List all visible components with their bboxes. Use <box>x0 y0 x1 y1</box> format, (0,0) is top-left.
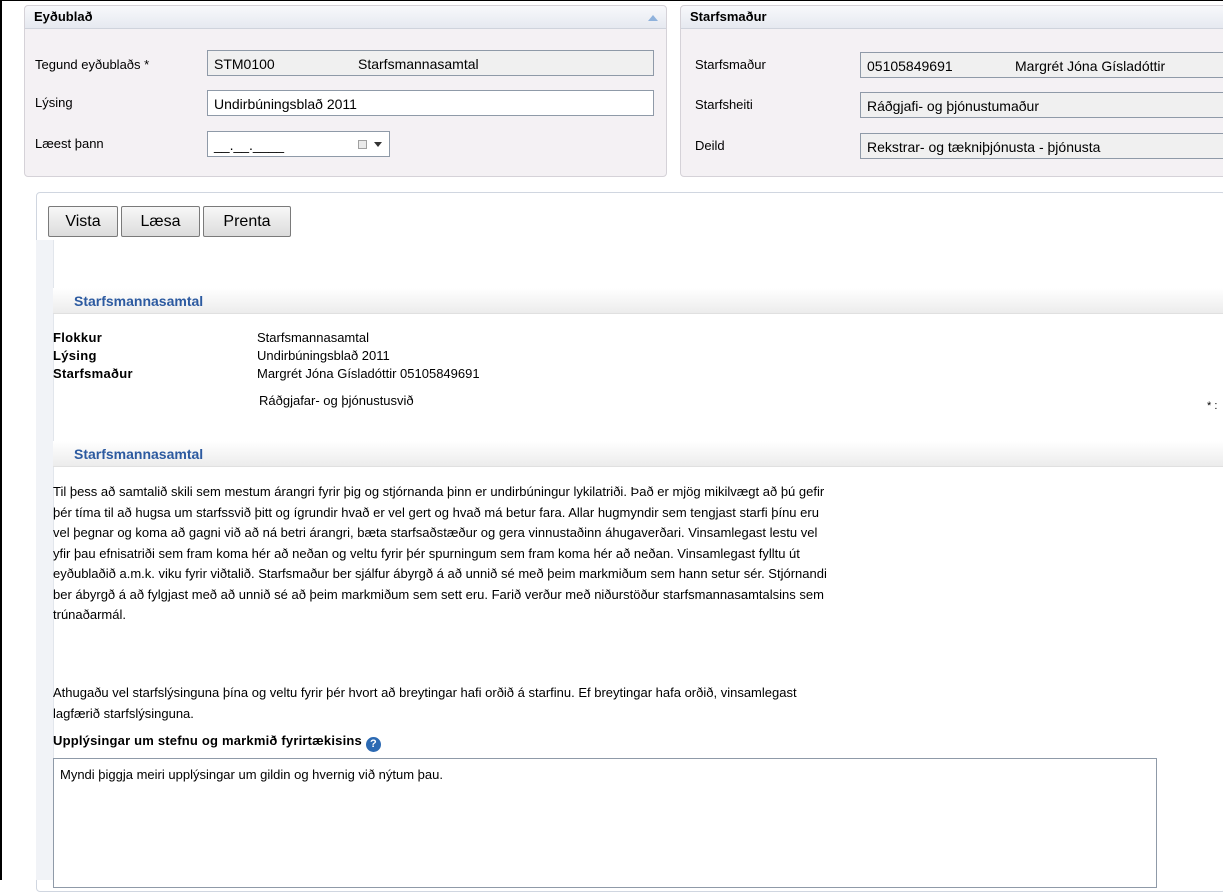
employee-label: Starfsmaður <box>695 57 766 72</box>
intro-line: ber ábyrgð á að fylgjast með að unnið sé… <box>53 586 824 602</box>
left-gutter <box>36 240 54 880</box>
description-input[interactable]: Undirbúningsblað 2011 <box>207 90 654 116</box>
employee-field[interactable]: 05105849691 Margrét Jóna Gísladóttir <box>860 52 1223 78</box>
print-button[interactable]: Prenta <box>203 206 291 237</box>
form-type-code: STM0100 <box>214 56 275 72</box>
collapse-icon[interactable] <box>648 15 658 21</box>
locked-date-input[interactable]: __.__.____ <box>207 131 390 157</box>
intro-line: eyðublaðið a.m.k. viku fyrir viðtalið. S… <box>53 566 827 581</box>
question-title-text: Upplýsingar um stefnu og markmið fyrirtæ… <box>53 733 362 748</box>
employee-panel-header: Starfsmaður <box>681 6 1223 29</box>
locked-date-label: Læest þann <box>35 136 104 151</box>
employee-name: Margrét Jóna Gísladóttir <box>1015 58 1166 74</box>
intro-line: trúnaðarmál. <box>53 607 126 622</box>
save-button[interactable]: Vista <box>48 206 118 237</box>
help-icon[interactable]: ? <box>366 737 381 752</box>
form-panel-header[interactable]: Eyðublað <box>25 6 666 29</box>
category-label: Flokkur <box>53 330 103 345</box>
intro-heading: Starfsmannasamtal <box>53 441 1223 467</box>
description-label: Lýsing <box>35 95 73 110</box>
required-marker: * : <box>1207 400 1218 412</box>
job-title-label: Starfsheiti <box>695 97 753 112</box>
form-panel-title: Eyðublað <box>34 9 93 24</box>
employee-id: 05105849691 <box>867 58 953 74</box>
summary-heading: Starfsmannasamtal <box>53 288 1223 314</box>
intro-line: Til þess að samtalið skili sem mestum ár… <box>53 484 825 499</box>
summary-description-label: Lýsing <box>53 348 97 363</box>
note-line: lagfærið starfslýsinguna. <box>53 705 194 721</box>
form-type-name: Starfsmannasamtal <box>358 56 479 72</box>
intro-line: yfir þau efnisatriði sem fram koma hér a… <box>53 545 800 561</box>
employee-panel-title: Starfsmaður <box>690 9 767 24</box>
form-type-label: Tegund eyðublaðs * <box>35 57 150 72</box>
lock-button[interactable]: Læsa <box>121 206 200 237</box>
department-label: Deild <box>695 138 725 153</box>
calendar-icon[interactable] <box>358 140 367 149</box>
category-value: Starfsmannasamtal <box>257 330 369 345</box>
locked-date-value: __.__.____ <box>214 137 285 153</box>
intro-line: þér tíma til að hugsa um starfssvið þitt… <box>53 504 819 520</box>
summary-division-value: Ráðgjafar- og þjónustusvið <box>259 393 414 408</box>
note-paragraph: Athugaðu vel starfslýsinguna þína og vel… <box>53 683 1213 724</box>
summary-employee-value: Margrét Jóna Gísladóttir 05105849691 <box>257 366 480 381</box>
form-type-field[interactable]: STM0100 Starfsmannasamtal <box>207 50 654 76</box>
chevron-down-icon[interactable] <box>374 142 382 147</box>
answer-textarea[interactable]: Myndi þiggja meiri upplýsingar um gildin… <box>53 758 1157 888</box>
department-field[interactable]: Rekstrar- og tækniþjónusta - þjónusta <box>860 133 1223 159</box>
intro-line: vel þegnar og koma að gagni við að ná be… <box>53 525 818 540</box>
summary-employee-label: Starfsmaður <box>53 366 133 381</box>
question-title: Upplýsingar um stefnu og markmið fyrirtæ… <box>53 733 381 752</box>
intro-paragraph: Til þess að samtalið skili sem mestum ár… <box>53 482 1213 626</box>
job-title-field[interactable]: Ráðgjafi- og þjónustumaður <box>860 92 1223 118</box>
summary-description-value: Undirbúningsblað 2011 <box>257 348 390 363</box>
note-line: Athugaðu vel starfslýsinguna þína og vel… <box>53 685 797 700</box>
